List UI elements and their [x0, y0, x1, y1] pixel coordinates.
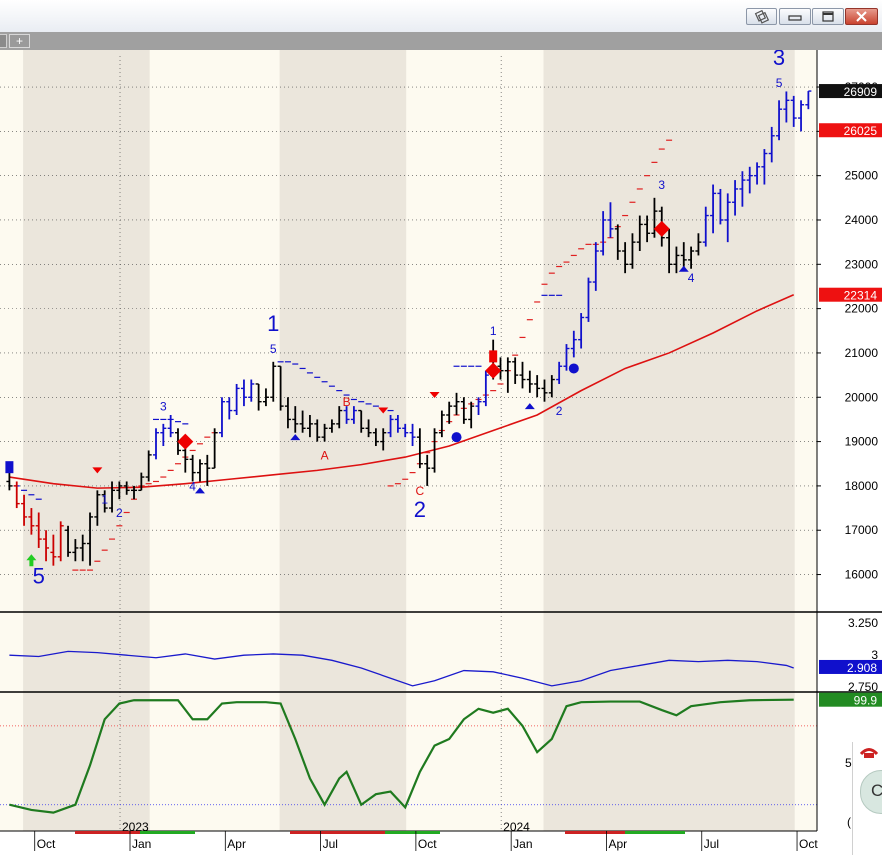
correction-letter-label: A	[321, 448, 329, 462]
correction-letter-label: B	[343, 395, 351, 409]
wave-count-label: 4	[688, 271, 695, 285]
price-y-tick-label: 19000	[845, 435, 879, 449]
ratio-y-tick-label: 3.250	[848, 616, 878, 630]
side-partial-label-1: 5	[845, 756, 852, 770]
month-tick-label: Oct	[799, 837, 818, 851]
price-y-tick-label: 23000	[845, 257, 879, 271]
wave-count-label: 1	[490, 324, 497, 338]
correction-letter-label: C	[416, 484, 425, 498]
clip-icon	[754, 9, 770, 24]
price-y-tick-label: 18000	[845, 479, 879, 493]
maximize-icon	[822, 11, 834, 22]
maximize-button[interactable]	[812, 8, 844, 25]
price-y-tick-label: 25000	[845, 169, 879, 183]
price-y-tick-label: 20000	[845, 390, 879, 404]
month-tick-label: Apr	[227, 837, 246, 851]
month-tick-label: Jul	[323, 837, 338, 851]
price-y-tick-label: 16000	[845, 568, 879, 582]
price-y-tick-label: 17000	[845, 523, 879, 537]
wave-count-label: 1	[267, 311, 279, 336]
year-tick-label: 2024	[503, 820, 530, 834]
timeline-band	[625, 831, 685, 834]
shaded-quarter	[23, 50, 150, 831]
circle-signal-marker	[451, 432, 462, 443]
close-icon	[856, 11, 867, 22]
price-last-value-label: 22314	[844, 289, 878, 303]
month-tick-label: Jul	[704, 837, 719, 851]
flag-marker	[489, 350, 498, 363]
shaded-quarter	[279, 50, 407, 831]
wave-count-label: 4	[189, 479, 196, 493]
price-chart: 51234152123435ABC 1600017000180001900020…	[0, 50, 882, 855]
price-y-tick-label: 21000	[845, 346, 879, 360]
minimize-icon	[788, 15, 802, 21]
month-tick-label: Jan	[132, 837, 151, 851]
wave-count-label: 2	[414, 497, 426, 522]
side-partial-label-2: (	[847, 815, 851, 829]
month-tick-label: Apr	[608, 837, 627, 851]
flag-marker	[5, 461, 14, 474]
wave-count-label: 3	[773, 50, 785, 70]
x-axis-area	[0, 831, 817, 855]
timeline-band	[290, 831, 385, 834]
wave-count-label: 3	[658, 178, 665, 192]
window-title-bar	[0, 0, 882, 32]
price-last-value-label: 26909	[844, 85, 878, 99]
wave-count-label: 3	[160, 400, 167, 414]
close-button[interactable]	[845, 8, 878, 25]
timeline-band	[385, 831, 440, 834]
add-tab-button[interactable]: +	[9, 34, 30, 48]
price-last-value-label: 26025	[844, 124, 878, 138]
ratio-last-value-label: 2.908	[847, 661, 877, 675]
phone-icon	[859, 748, 879, 758]
price-y-tick-label: 22000	[845, 302, 879, 316]
wave-count-label: 2	[116, 506, 123, 520]
month-tick-label: Jan	[513, 837, 532, 851]
wave-count-label: 2	[556, 404, 563, 418]
wave-count-label: 5	[270, 342, 277, 356]
wave-count-label: 5	[776, 76, 783, 90]
timeline-band	[565, 831, 625, 834]
clip-button[interactable]	[746, 8, 777, 25]
chart-tab-strip: +	[0, 32, 882, 50]
price-y-tick-label: 24000	[845, 213, 879, 227]
chart-tab[interactable]	[0, 34, 7, 48]
wave-count-label: 5	[33, 563, 45, 588]
minimize-button[interactable]	[779, 8, 811, 25]
wave-count-label: 1	[101, 493, 108, 507]
year-tick-label: 2023	[122, 820, 149, 834]
ratio-y-tick-label: 2.750	[848, 680, 878, 694]
oscillator-last-value-label: 99.9	[854, 694, 878, 708]
month-tick-label: Oct	[37, 837, 56, 851]
circle-signal-marker	[568, 363, 579, 374]
month-tick-label: Oct	[418, 837, 437, 851]
